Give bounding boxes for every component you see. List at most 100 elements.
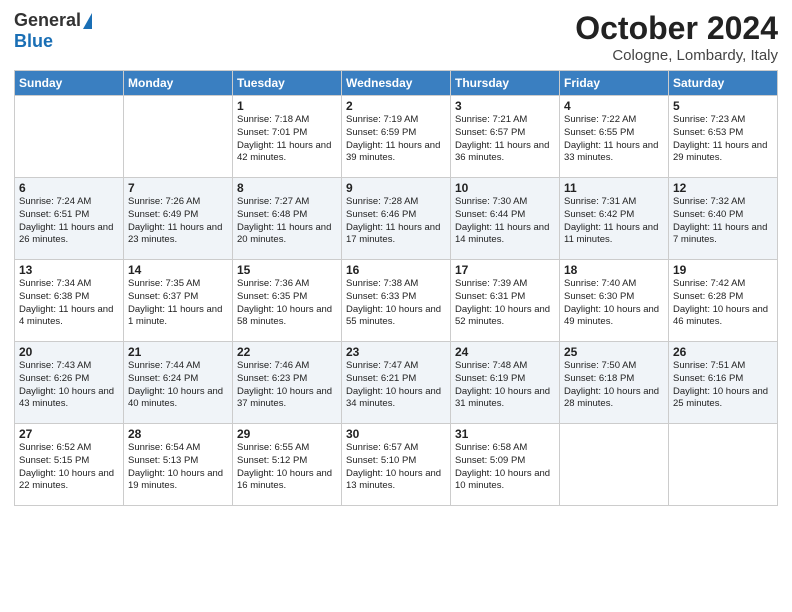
calendar-week-row: 6Sunrise: 7:24 AM Sunset: 6:51 PM Daylig… (15, 178, 778, 260)
logo: General Blue (14, 10, 92, 52)
header-row: SundayMondayTuesdayWednesdayThursdayFrid… (15, 71, 778, 96)
calendar-cell: 25Sunrise: 7:50 AM Sunset: 6:18 PM Dayli… (560, 342, 669, 424)
calendar-cell: 16Sunrise: 7:38 AM Sunset: 6:33 PM Dayli… (342, 260, 451, 342)
weekday-header: Tuesday (233, 71, 342, 96)
day-number: 9 (346, 181, 446, 195)
day-info: Sunrise: 7:50 AM Sunset: 6:18 PM Dayligh… (564, 360, 664, 411)
calendar-table: SundayMondayTuesdayWednesdayThursdayFrid… (14, 70, 778, 506)
day-info: Sunrise: 7:51 AM Sunset: 6:16 PM Dayligh… (673, 360, 773, 411)
title-block: October 2024 Cologne, Lombardy, Italy (575, 10, 778, 64)
calendar-cell (669, 424, 778, 506)
day-info: Sunrise: 7:24 AM Sunset: 6:51 PM Dayligh… (19, 196, 119, 247)
calendar-cell: 13Sunrise: 7:34 AM Sunset: 6:38 PM Dayli… (15, 260, 124, 342)
day-number: 17 (455, 263, 555, 277)
day-number: 2 (346, 99, 446, 113)
day-number: 8 (237, 181, 337, 195)
logo-general: General (14, 10, 81, 31)
calendar-cell: 7Sunrise: 7:26 AM Sunset: 6:49 PM Daylig… (124, 178, 233, 260)
day-number: 5 (673, 99, 773, 113)
day-number: 31 (455, 427, 555, 441)
day-number: 11 (564, 181, 664, 195)
day-info: Sunrise: 7:26 AM Sunset: 6:49 PM Dayligh… (128, 196, 228, 247)
day-number: 26 (673, 345, 773, 359)
day-number: 22 (237, 345, 337, 359)
day-number: 14 (128, 263, 228, 277)
calendar-cell: 6Sunrise: 7:24 AM Sunset: 6:51 PM Daylig… (15, 178, 124, 260)
calendar-cell: 21Sunrise: 7:44 AM Sunset: 6:24 PM Dayli… (124, 342, 233, 424)
calendar-cell: 30Sunrise: 6:57 AM Sunset: 5:10 PM Dayli… (342, 424, 451, 506)
day-info: Sunrise: 7:47 AM Sunset: 6:21 PM Dayligh… (346, 360, 446, 411)
day-number: 20 (19, 345, 119, 359)
day-number: 30 (346, 427, 446, 441)
day-number: 3 (455, 99, 555, 113)
day-info: Sunrise: 6:52 AM Sunset: 5:15 PM Dayligh… (19, 442, 119, 493)
day-info: Sunrise: 7:19 AM Sunset: 6:59 PM Dayligh… (346, 114, 446, 165)
calendar-cell: 14Sunrise: 7:35 AM Sunset: 6:37 PM Dayli… (124, 260, 233, 342)
calendar-cell: 20Sunrise: 7:43 AM Sunset: 6:26 PM Dayli… (15, 342, 124, 424)
calendar-week-row: 1Sunrise: 7:18 AM Sunset: 7:01 PM Daylig… (15, 96, 778, 178)
calendar-cell (560, 424, 669, 506)
location: Cologne, Lombardy, Italy (575, 47, 778, 64)
logo-triangle-icon (83, 13, 92, 29)
day-info: Sunrise: 7:31 AM Sunset: 6:42 PM Dayligh… (564, 196, 664, 247)
day-number: 12 (673, 181, 773, 195)
day-info: Sunrise: 7:36 AM Sunset: 6:35 PM Dayligh… (237, 278, 337, 329)
header: General Blue October 2024 Cologne, Lomba… (14, 10, 778, 64)
weekday-header: Wednesday (342, 71, 451, 96)
calendar-cell: 11Sunrise: 7:31 AM Sunset: 6:42 PM Dayli… (560, 178, 669, 260)
day-number: 27 (19, 427, 119, 441)
calendar-week-row: 27Sunrise: 6:52 AM Sunset: 5:15 PM Dayli… (15, 424, 778, 506)
day-info: Sunrise: 7:43 AM Sunset: 6:26 PM Dayligh… (19, 360, 119, 411)
day-info: Sunrise: 6:54 AM Sunset: 5:13 PM Dayligh… (128, 442, 228, 493)
day-number: 4 (564, 99, 664, 113)
calendar-cell: 28Sunrise: 6:54 AM Sunset: 5:13 PM Dayli… (124, 424, 233, 506)
calendar-cell: 12Sunrise: 7:32 AM Sunset: 6:40 PM Dayli… (669, 178, 778, 260)
day-number: 13 (19, 263, 119, 277)
calendar-week-row: 13Sunrise: 7:34 AM Sunset: 6:38 PM Dayli… (15, 260, 778, 342)
month-title: October 2024 (575, 10, 778, 47)
calendar-cell: 1Sunrise: 7:18 AM Sunset: 7:01 PM Daylig… (233, 96, 342, 178)
day-info: Sunrise: 7:22 AM Sunset: 6:55 PM Dayligh… (564, 114, 664, 165)
day-number: 18 (564, 263, 664, 277)
day-number: 25 (564, 345, 664, 359)
day-info: Sunrise: 7:40 AM Sunset: 6:30 PM Dayligh… (564, 278, 664, 329)
calendar-cell: 26Sunrise: 7:51 AM Sunset: 6:16 PM Dayli… (669, 342, 778, 424)
calendar-cell: 19Sunrise: 7:42 AM Sunset: 6:28 PM Dayli… (669, 260, 778, 342)
day-info: Sunrise: 7:46 AM Sunset: 6:23 PM Dayligh… (237, 360, 337, 411)
day-number: 16 (346, 263, 446, 277)
day-info: Sunrise: 7:44 AM Sunset: 6:24 PM Dayligh… (128, 360, 228, 411)
day-info: Sunrise: 6:58 AM Sunset: 5:09 PM Dayligh… (455, 442, 555, 493)
calendar-cell: 4Sunrise: 7:22 AM Sunset: 6:55 PM Daylig… (560, 96, 669, 178)
day-info: Sunrise: 6:55 AM Sunset: 5:12 PM Dayligh… (237, 442, 337, 493)
day-info: Sunrise: 7:18 AM Sunset: 7:01 PM Dayligh… (237, 114, 337, 165)
day-info: Sunrise: 7:21 AM Sunset: 6:57 PM Dayligh… (455, 114, 555, 165)
calendar-cell: 23Sunrise: 7:47 AM Sunset: 6:21 PM Dayli… (342, 342, 451, 424)
calendar-cell: 5Sunrise: 7:23 AM Sunset: 6:53 PM Daylig… (669, 96, 778, 178)
day-number: 19 (673, 263, 773, 277)
weekday-header: Saturday (669, 71, 778, 96)
calendar-week-row: 20Sunrise: 7:43 AM Sunset: 6:26 PM Dayli… (15, 342, 778, 424)
day-info: Sunrise: 7:27 AM Sunset: 6:48 PM Dayligh… (237, 196, 337, 247)
weekday-header: Monday (124, 71, 233, 96)
day-info: Sunrise: 7:30 AM Sunset: 6:44 PM Dayligh… (455, 196, 555, 247)
day-number: 15 (237, 263, 337, 277)
weekday-header: Sunday (15, 71, 124, 96)
day-info: Sunrise: 7:39 AM Sunset: 6:31 PM Dayligh… (455, 278, 555, 329)
calendar-cell: 10Sunrise: 7:30 AM Sunset: 6:44 PM Dayli… (451, 178, 560, 260)
weekday-header: Friday (560, 71, 669, 96)
calendar-cell: 8Sunrise: 7:27 AM Sunset: 6:48 PM Daylig… (233, 178, 342, 260)
calendar-cell: 29Sunrise: 6:55 AM Sunset: 5:12 PM Dayli… (233, 424, 342, 506)
day-number: 6 (19, 181, 119, 195)
day-info: Sunrise: 7:28 AM Sunset: 6:46 PM Dayligh… (346, 196, 446, 247)
day-info: Sunrise: 7:35 AM Sunset: 6:37 PM Dayligh… (128, 278, 228, 329)
calendar-cell: 31Sunrise: 6:58 AM Sunset: 5:09 PM Dayli… (451, 424, 560, 506)
logo-blue: Blue (14, 31, 53, 51)
calendar-cell: 3Sunrise: 7:21 AM Sunset: 6:57 PM Daylig… (451, 96, 560, 178)
day-info: Sunrise: 7:34 AM Sunset: 6:38 PM Dayligh… (19, 278, 119, 329)
weekday-header: Thursday (451, 71, 560, 96)
calendar-cell (15, 96, 124, 178)
day-number: 23 (346, 345, 446, 359)
page-container: General Blue October 2024 Cologne, Lomba… (0, 0, 792, 516)
calendar-cell: 9Sunrise: 7:28 AM Sunset: 6:46 PM Daylig… (342, 178, 451, 260)
day-number: 10 (455, 181, 555, 195)
